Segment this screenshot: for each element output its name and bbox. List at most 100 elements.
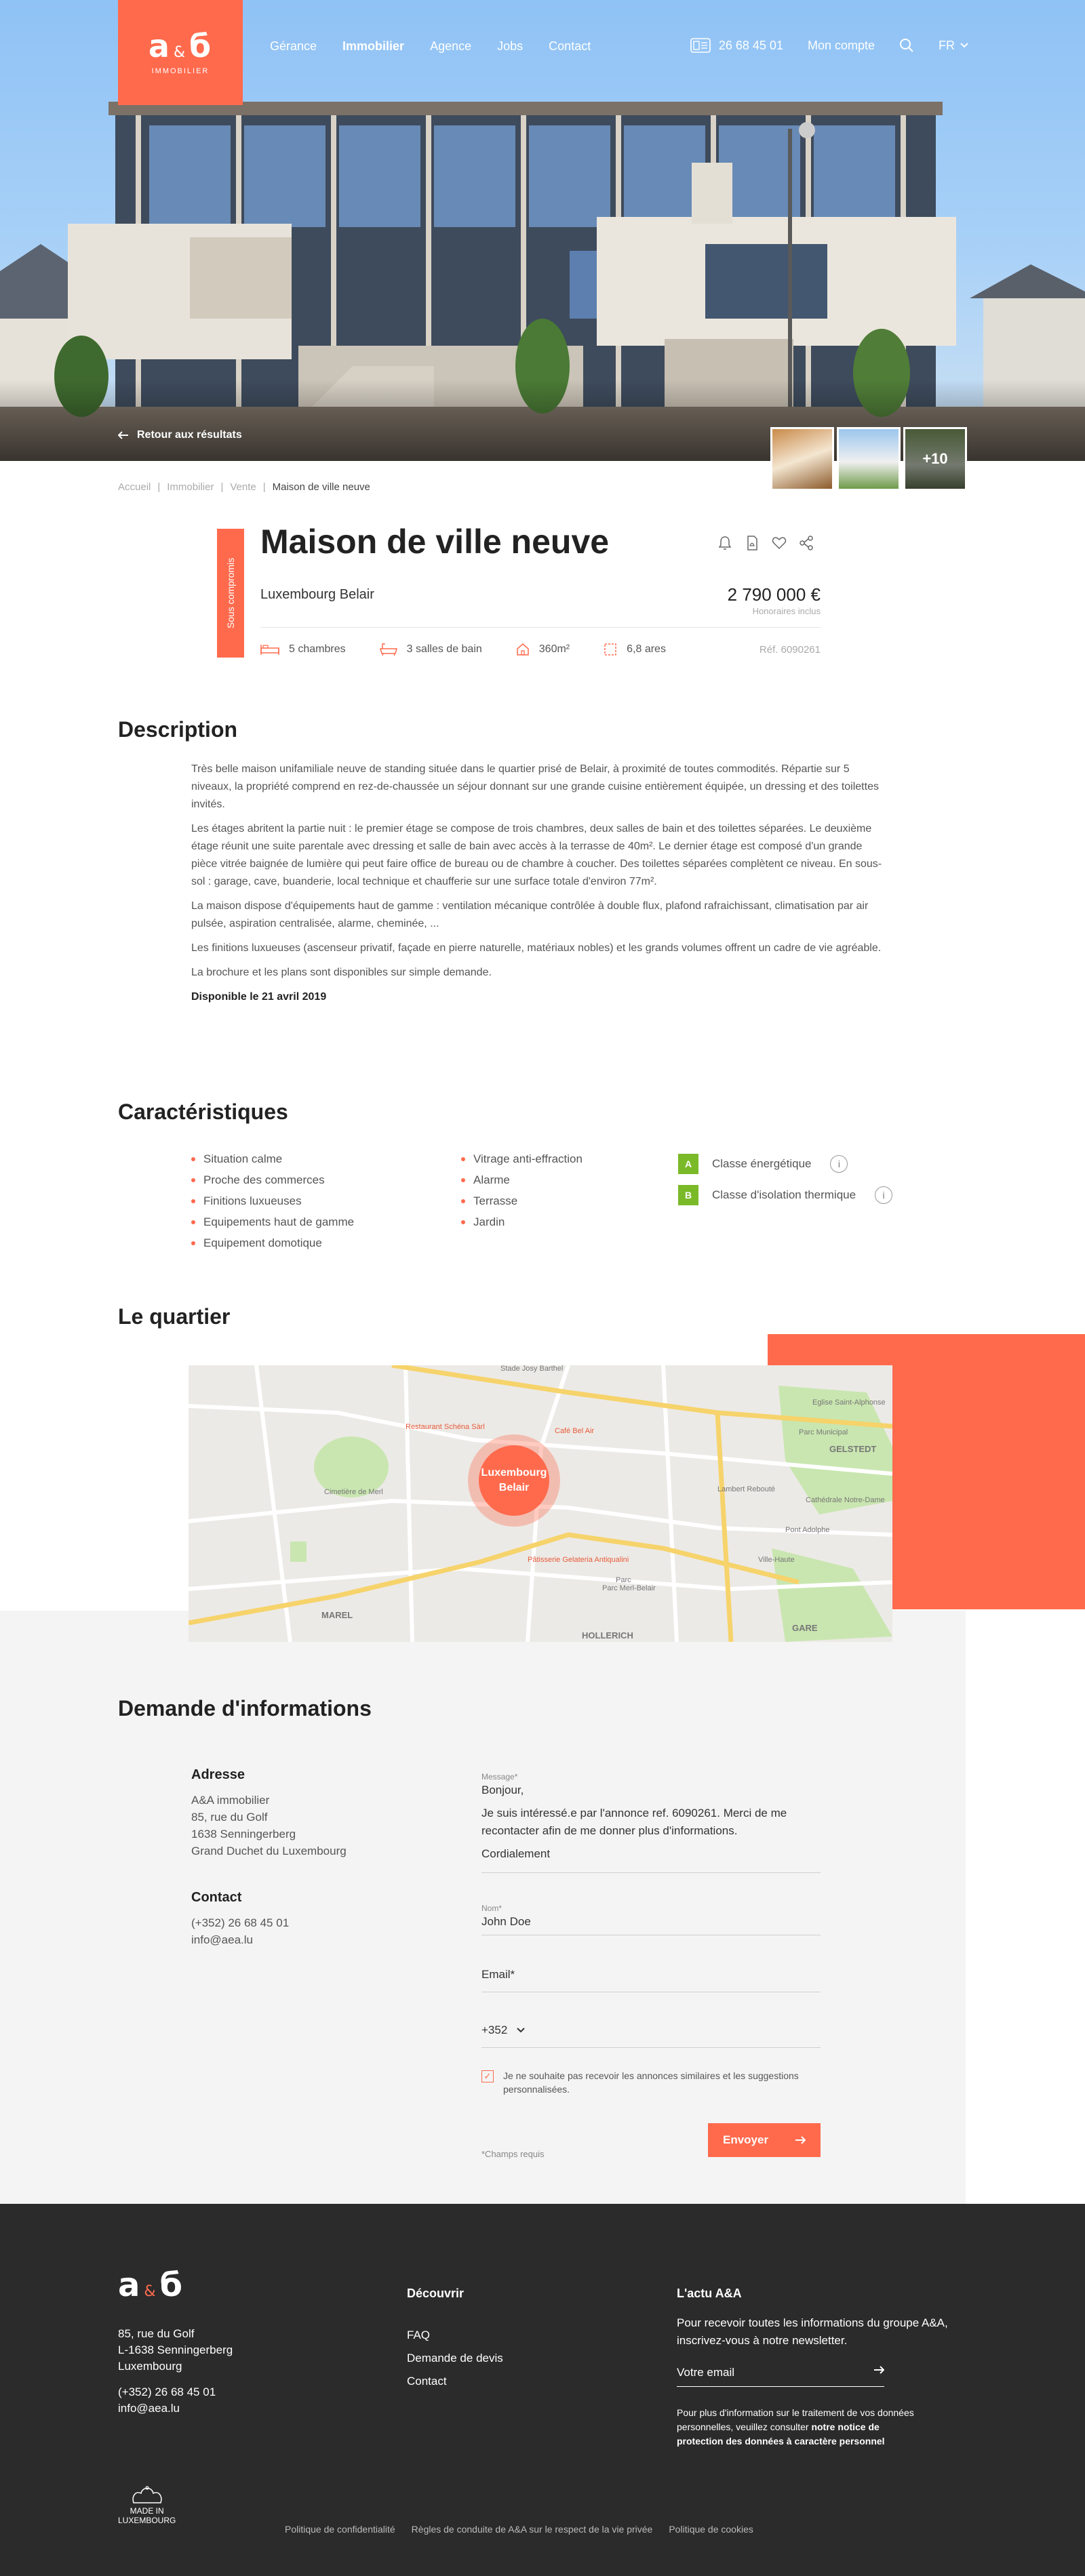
- name-field[interactable]: Nom* John Doe: [481, 1904, 821, 1935]
- contact-info: Adresse A&A immobilier 85, rue du Golf 1…: [191, 1767, 347, 1948]
- contact-phone-link[interactable]: (+352) 26 68 45 01: [191, 1914, 347, 1931]
- optout-checkbox[interactable]: ✓: [481, 2070, 494, 2082]
- footer-address: 85, rue du Golf L-1638 Senningerberg Lux…: [118, 2326, 233, 2417]
- footer-link-contact[interactable]: Contact: [407, 2375, 447, 2388]
- map-label: Parc Merl-Belair: [602, 1584, 656, 1592]
- address-title: Adresse: [191, 1767, 245, 1782]
- phone-prefix-value: +352: [481, 2024, 508, 2036]
- bell-icon[interactable]: [717, 536, 732, 550]
- map-label: Parc: [616, 1576, 631, 1584]
- optout-label: Je ne souhaite pas recevoir les annonces…: [503, 2070, 799, 2095]
- heart-icon[interactable]: [772, 536, 787, 550]
- thumbnail-1[interactable]: [770, 427, 834, 491]
- breadcrumb-vente[interactable]: Vente: [230, 481, 256, 493]
- description-paragraph-4: Les finitions luxueuses (ascenseur priva…: [191, 942, 882, 954]
- email-placeholder: Email*: [481, 1968, 515, 1981]
- legal-link-cookies[interactable]: Politique de cookies: [669, 2524, 753, 2535]
- description-paragraph-5: La brochure et les plans sont disponible…: [191, 967, 492, 978]
- list-item: Equipements haut de gamme: [191, 1211, 354, 1232]
- phone-number: 26 68 45 01: [718, 38, 783, 52]
- map-label: HOLLERICH: [582, 1630, 633, 1641]
- language-value: FR: [939, 38, 955, 52]
- footer-discover-title: Découvrir: [407, 2287, 465, 2300]
- newsletter-placeholder: Votre email: [677, 2366, 735, 2379]
- footer-phone[interactable]: (+352) 26 68 45 01: [118, 2384, 233, 2400]
- neighborhood-map[interactable]: Stade Josy Barthel Restaurant Schéna Sàr…: [189, 1365, 892, 1642]
- legal-link-privacy[interactable]: Politique de confidentialité: [285, 2524, 395, 2535]
- list-item: Equipement domotique: [191, 1232, 354, 1253]
- listing-price: 2 790 000 €: [727, 584, 821, 605]
- phone-prefix-select[interactable]: +352: [481, 2021, 549, 2039]
- info-icon[interactable]: i: [875, 1186, 893, 1204]
- email-field[interactable]: Email*: [481, 1966, 821, 1992]
- search-icon[interactable]: [899, 38, 914, 53]
- nav-jobs[interactable]: Jobs: [497, 39, 523, 54]
- footer-address-line: 85, rue du Golf: [118, 2327, 195, 2340]
- energy-ratings: A Classe énergétique i B Classe d'isolat…: [678, 1148, 893, 1211]
- message-field[interactable]: Message* Bonjour, Je suis intéressé.e pa…: [481, 1772, 821, 1873]
- thumbnail-more[interactable]: +10: [903, 427, 967, 491]
- feature-land: 6,8 ares: [604, 643, 666, 656]
- legal-link-conduct[interactable]: Règles de conduite de A&A sur le respect…: [412, 2524, 653, 2535]
- footer-link-quote[interactable]: Demande de devis: [407, 2352, 503, 2364]
- map-label: Pont Adolphe: [785, 1526, 829, 1534]
- thermal-class-badge: B: [678, 1185, 698, 1205]
- features-row: 5 chambres 3 salles de bain 360m² 6,8 ar…: [260, 627, 821, 656]
- newsletter-email-input[interactable]: Votre email: [677, 2366, 884, 2387]
- back-to-results-link[interactable]: Retour aux résultats: [118, 429, 242, 441]
- thermal-class-label: Classe d'isolation thermique: [712, 1188, 856, 1201]
- message-label: Message*: [481, 1772, 518, 1782]
- feature-bedrooms: 5 chambres: [260, 643, 346, 656]
- footer-news-title: L'actu A&A: [677, 2287, 742, 2300]
- status-badge-label: Sous compromis: [225, 557, 237, 629]
- map-label: Restaurant Schéna Sàrl: [406, 1423, 485, 1431]
- message-line: Je suis intéressé.e par l'annonce ref. 6…: [481, 1807, 787, 1837]
- status-badge: Sous compromis: [217, 529, 244, 658]
- phone-link[interactable]: 26 68 45 01: [690, 38, 783, 53]
- list-item: Terrasse: [461, 1190, 583, 1211]
- contact-title: Contact: [191, 1890, 242, 1905]
- address-line: 1638 Senningerberg: [191, 1828, 296, 1840]
- nav-utilities: 26 68 45 01 Mon compte FR: [690, 38, 968, 53]
- thermal-class-row: B Classe d'isolation thermique i: [678, 1180, 893, 1211]
- breadcrumb-accueil[interactable]: Accueil: [118, 481, 151, 493]
- feature-bathrooms-label: 3 salles de bain: [406, 643, 482, 655]
- footer-email[interactable]: info@aea.lu: [118, 2400, 233, 2417]
- info-icon[interactable]: i: [830, 1155, 848, 1173]
- arrow-right-icon[interactable]: [873, 2366, 884, 2374]
- language-select[interactable]: FR: [939, 39, 968, 53]
- map-label: Pâtisserie Gelateria Antiqualini: [528, 1556, 629, 1564]
- thumbnail-2[interactable]: [837, 427, 901, 491]
- made-in-luxembourg-logo: MADE IN LUXEMBOURG: [118, 2485, 176, 2525]
- crown-icon: [132, 2486, 162, 2503]
- name-label: Nom*: [481, 1904, 502, 1913]
- map-label: Eglise Saint-Alphonse: [812, 1398, 886, 1407]
- logo[interactable]: a &б IMMOBILIER: [118, 0, 243, 105]
- listing-actions: [717, 536, 814, 550]
- phone-field[interactable]: +352: [481, 2021, 821, 2048]
- share-icon[interactable]: [799, 536, 814, 550]
- footer-logo[interactable]: a &б: [118, 2266, 184, 2304]
- contact-email-link[interactable]: info@aea.lu: [191, 1931, 347, 1948]
- footer-link-faq[interactable]: FAQ: [407, 2329, 430, 2341]
- nav-agence[interactable]: Agence: [430, 39, 471, 54]
- legal-links: Politique de confidentialité Règles de c…: [285, 2524, 753, 2535]
- chevron-down-icon: [517, 2028, 526, 2033]
- nav-gerance[interactable]: Gérance: [270, 39, 317, 54]
- required-note: *Champs requis: [481, 2149, 545, 2159]
- description-text: Très belle maison unifamiliale neuve de …: [191, 761, 890, 1013]
- nav-contact[interactable]: Contact: [549, 39, 591, 54]
- feature-land-label: 6,8 ares: [627, 643, 666, 655]
- phone-icon: [690, 38, 711, 53]
- location-marker[interactable]: Luxembourg Belair: [468, 1434, 560, 1527]
- land-area-icon: [604, 643, 616, 656]
- breadcrumb-immobilier[interactable]: Immobilier: [167, 481, 214, 493]
- logo-subtitle: IMMOBILIER: [151, 66, 210, 75]
- map-label: Lambert Rebouté: [717, 1485, 775, 1493]
- pdf-icon[interactable]: [745, 536, 760, 550]
- name-value: John Doe: [481, 1915, 531, 1928]
- account-link[interactable]: Mon compte: [808, 39, 875, 53]
- nav-immobilier[interactable]: Immobilier: [342, 39, 404, 54]
- characteristics-title: Caractéristiques: [118, 1100, 288, 1124]
- send-button[interactable]: Envoyer: [708, 2123, 821, 2157]
